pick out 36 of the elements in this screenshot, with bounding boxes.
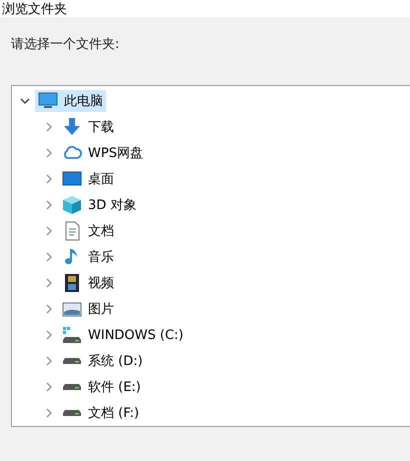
drive-icon bbox=[62, 357, 82, 365]
expand-chevron-icon[interactable] bbox=[44, 252, 54, 262]
tree-item[interactable]: 下载 bbox=[59, 116, 117, 138]
tree-item[interactable]: 桌面 bbox=[59, 168, 117, 190]
tree-item[interactable]: 视频 bbox=[59, 272, 117, 294]
tree-item[interactable]: 系统 (D:) bbox=[59, 350, 146, 372]
tree-item[interactable]: WINDOWS (C:) bbox=[59, 324, 186, 346]
download-icon bbox=[62, 117, 82, 137]
expand-chevron-icon[interactable] bbox=[44, 174, 54, 184]
window-title: 浏览文件夹 bbox=[2, 0, 67, 18]
monitor-icon bbox=[38, 91, 58, 111]
tree-item[interactable]: 图片 bbox=[59, 298, 117, 320]
expand-chevron-icon[interactable] bbox=[44, 408, 54, 418]
prompt-text: 请选择一个文件夹: bbox=[11, 36, 120, 54]
cube-icon bbox=[62, 195, 82, 215]
expand-chevron-icon[interactable] bbox=[44, 226, 54, 236]
tree-item[interactable]: WPS网盘 bbox=[59, 142, 146, 164]
collapse-chevron-icon[interactable] bbox=[20, 96, 30, 106]
expand-chevron-icon[interactable] bbox=[44, 148, 54, 158]
expand-chevron-icon[interactable] bbox=[44, 122, 54, 132]
tree-item[interactable]: 软件 (E:) bbox=[59, 376, 144, 398]
expand-chevron-icon[interactable] bbox=[44, 382, 54, 392]
tree-item[interactable]: 此电脑 bbox=[35, 90, 106, 112]
drive-icon bbox=[62, 325, 82, 345]
tree-item[interactable]: 文档 (F:) bbox=[59, 402, 142, 424]
expand-chevron-icon[interactable] bbox=[44, 330, 54, 340]
expand-chevron-icon[interactable] bbox=[44, 304, 54, 314]
drive-icon bbox=[62, 383, 82, 391]
film-icon bbox=[62, 273, 82, 293]
tree-item[interactable]: 3D 对象 bbox=[59, 194, 140, 216]
tree-item[interactable]: 音乐 bbox=[59, 246, 117, 268]
expand-chevron-icon[interactable] bbox=[44, 200, 54, 210]
expand-chevron-icon[interactable] bbox=[44, 356, 54, 366]
drive-icon bbox=[62, 409, 82, 417]
tree-item[interactable]: 文档 bbox=[59, 220, 117, 242]
expand-chevron-icon[interactable] bbox=[44, 278, 54, 288]
